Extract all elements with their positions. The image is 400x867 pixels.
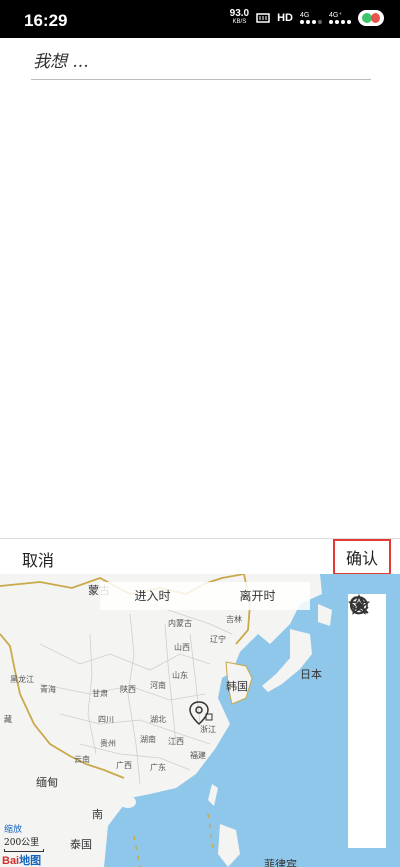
label-myanmar: 缅甸	[36, 776, 58, 789]
label-sichuan: 四川	[98, 715, 114, 724]
label-nan: 南	[92, 808, 103, 821]
baidu-logo: Bai地图	[2, 855, 42, 867]
network-speed: 93.0 KB/S	[229, 8, 250, 26]
label-korea: 韩国	[226, 680, 248, 693]
label-gansu: 甘肃	[92, 689, 108, 698]
tab-enter-time[interactable]: 进入时	[100, 582, 205, 610]
label-xizang: 藏	[4, 715, 12, 724]
map-scale: 缩放 200公里	[4, 822, 44, 852]
scale-text: 200公里	[4, 838, 40, 848]
label-jiangxi: 江西	[168, 737, 184, 746]
signal-2-icon: 4G⁺	[329, 12, 351, 24]
label-fujian: 福建	[190, 751, 206, 760]
label-inner-mongolia: 内蒙古	[168, 619, 192, 628]
label-shanxi: 山西	[174, 643, 190, 652]
label-yunnan: 云南	[74, 755, 90, 764]
time-tabs: 进入时 离开时	[100, 582, 310, 610]
label-qinghai: 青海	[40, 685, 56, 694]
search-input[interactable]	[31, 52, 371, 72]
status-bar: 16:29 93.0 KB/S HD 4G 4G⁺	[0, 0, 400, 38]
search-button[interactable]	[350, 596, 382, 685]
label-philippines: 菲律宾	[264, 858, 297, 867]
status-icons: 93.0 KB/S HD 4G 4G⁺	[230, 9, 384, 27]
battery-icon	[358, 10, 384, 26]
favorites-list-button[interactable]	[348, 594, 382, 787]
cancel-button[interactable]: 取消	[22, 547, 54, 571]
signal-1-icon: 4G	[300, 12, 322, 24]
search-bar	[31, 52, 371, 80]
label-hubei: 湖北	[150, 715, 166, 724]
label-liaoning: 辽宁	[210, 635, 226, 644]
label-guangdong: 广东	[150, 763, 166, 772]
label-hunan: 湖南	[140, 735, 156, 744]
nfc-icon	[256, 13, 270, 23]
label-zhejiang: 浙江	[200, 725, 216, 734]
status-time: 16:29	[24, 11, 68, 30]
label-japan: 日本	[300, 668, 322, 681]
label-shandong: 山东	[172, 671, 188, 680]
action-bar: 取消 确认	[0, 538, 400, 575]
hd-icon: HD	[277, 12, 293, 24]
label-shaanxi: 陕西	[120, 685, 136, 694]
tab-leave-time[interactable]: 离开时	[205, 582, 310, 610]
label-heilongjiang: 黑龙江	[10, 675, 34, 684]
map-canvas	[0, 574, 332, 867]
map-tool-panel	[348, 594, 386, 848]
locate-button[interactable]	[350, 596, 382, 838]
label-henan: 河南	[150, 681, 166, 690]
confirm-button[interactable]: 确认	[333, 539, 391, 575]
label-guangxi: 广西	[116, 761, 132, 770]
favorite-button[interactable]	[348, 594, 382, 736]
map-view[interactable]: 蒙古 内蒙古 吉林 辽宁 山西 山东 河南 青海 甘肃 陕西 湖北 四川 江西 …	[0, 574, 400, 867]
label-thailand: 泰国	[70, 838, 92, 851]
scale-prefix: 缩放	[4, 825, 23, 835]
label-jilin: 吉林	[226, 615, 242, 624]
locate-icon	[350, 596, 368, 614]
label-guizhou: 贵州	[100, 739, 116, 748]
